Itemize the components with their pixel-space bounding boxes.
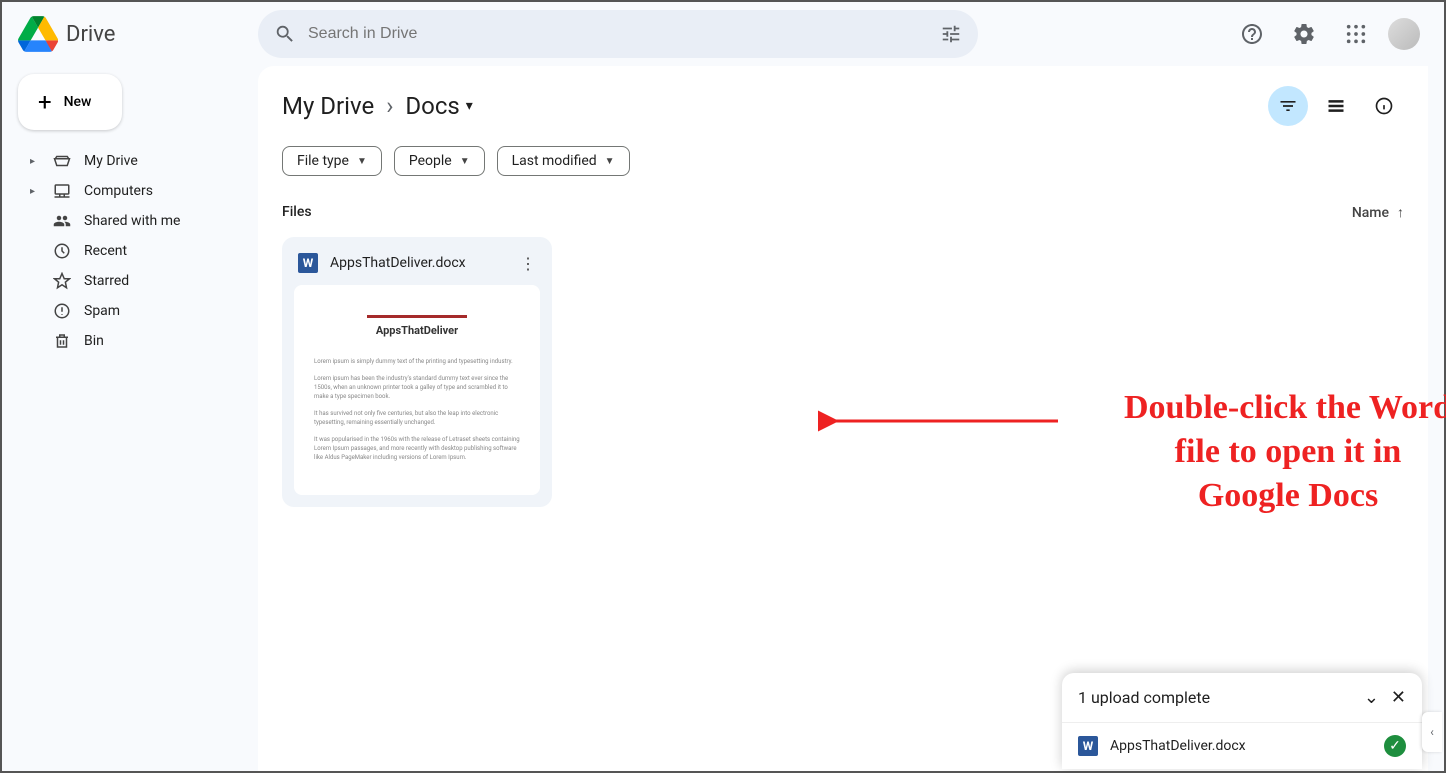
chip-people[interactable]: People▼ <box>394 146 485 176</box>
view-controls <box>1268 86 1404 126</box>
sidebar-label: Spam <box>84 303 120 319</box>
side-panel-toggle[interactable]: ‹ <box>1422 712 1442 752</box>
sidebar-label: My Drive <box>84 153 138 169</box>
sort-control[interactable]: Name ↑ <box>1352 204 1404 221</box>
spam-icon <box>52 302 72 320</box>
sidebar-item-shared[interactable]: ▸ Shared with me <box>18 206 242 236</box>
info-icon[interactable] <box>1364 86 1404 126</box>
filter-chips: File type▼ People▼ Last modified▼ <box>282 146 1404 176</box>
app-title: Drive <box>66 22 115 47</box>
apps-icon[interactable] <box>1336 14 1376 54</box>
app-header: Drive <box>2 2 1444 66</box>
caret-down-icon: ▼ <box>605 156 615 167</box>
sidebar-item-computers[interactable]: ▸ Computers <box>18 176 242 206</box>
toast-file-name: AppsThatDeliver.docx <box>1110 738 1372 754</box>
bin-icon <box>52 332 72 350</box>
search-bar[interactable] <box>258 10 978 58</box>
sidebar-label: Shared with me <box>84 213 180 229</box>
check-icon: ✓ <box>1384 735 1406 757</box>
toast-title: 1 upload complete <box>1078 688 1210 707</box>
chip-filetype[interactable]: File type▼ <box>282 146 382 176</box>
plus-icon: + <box>38 90 52 114</box>
filter-toggle-icon[interactable] <box>1268 86 1308 126</box>
file-card[interactable]: W AppsThatDeliver.docx ⋮ AppsThatDeliver… <box>282 237 552 507</box>
tune-icon[interactable] <box>940 23 962 45</box>
logo-area[interactable]: Drive <box>18 14 258 54</box>
help-icon[interactable] <box>1232 14 1272 54</box>
new-button[interactable]: + New <box>18 74 122 130</box>
sidebar-label: Bin <box>84 333 104 349</box>
sidebar-label: Computers <box>84 183 153 199</box>
sidebar-item-recent[interactable]: ▸ Recent <box>18 236 242 266</box>
chevron-down-icon[interactable]: ⌄ <box>1364 687 1379 708</box>
computers-icon <box>52 182 72 200</box>
upload-toast: 1 upload complete ⌄ ✕ W AppsThatDeliver.… <box>1062 673 1422 769</box>
word-file-icon: W <box>1078 736 1098 756</box>
new-button-label: New <box>64 94 92 110</box>
main-panel: My Drive › Docs ▾ File type▼ People▼ Las… <box>258 66 1428 771</box>
breadcrumb-current[interactable]: Docs ▾ <box>405 92 472 120</box>
file-thumbnail: AppsThatDeliver Lorem ipsum is simply du… <box>294 285 540 495</box>
breadcrumb-root[interactable]: My Drive <box>282 92 374 120</box>
word-file-icon: W <box>298 253 318 273</box>
sidebar: + New ▸ My Drive ▸ Computers ▸ Shared wi… <box>2 66 258 771</box>
search-input[interactable] <box>308 25 928 43</box>
toast-file-row[interactable]: W AppsThatDeliver.docx ✓ <box>1062 722 1422 769</box>
sidebar-label: Starred <box>84 273 129 289</box>
header-actions <box>1232 14 1428 54</box>
search-icon <box>274 23 296 45</box>
breadcrumb: My Drive › Docs ▾ <box>282 92 473 120</box>
sidebar-label: Recent <box>84 243 127 259</box>
arrow-up-icon: ↑ <box>1397 204 1404 221</box>
mydrive-icon <box>52 152 72 170</box>
caret-down-icon: ▾ <box>466 98 473 114</box>
chevron-right-icon: › <box>386 92 393 120</box>
sidebar-item-spam[interactable]: ▸ Spam <box>18 296 242 326</box>
expand-icon[interactable]: ▸ <box>30 156 40 167</box>
file-name: AppsThatDeliver.docx <box>330 255 508 271</box>
section-files-label: Files <box>282 204 312 221</box>
settings-icon[interactable] <box>1284 14 1324 54</box>
list-view-icon[interactable] <box>1316 86 1356 126</box>
chip-modified[interactable]: Last modified▼ <box>497 146 630 176</box>
close-icon[interactable]: ✕ <box>1391 687 1406 708</box>
star-icon <box>52 272 72 290</box>
caret-down-icon: ▼ <box>357 156 367 167</box>
recent-icon <box>52 242 72 260</box>
sidebar-item-starred[interactable]: ▸ Starred <box>18 266 242 296</box>
avatar[interactable] <box>1388 18 1420 50</box>
drive-logo-icon <box>18 14 58 54</box>
more-icon[interactable]: ⋮ <box>520 254 536 273</box>
sidebar-item-bin[interactable]: ▸ Bin <box>18 326 242 356</box>
sidebar-item-mydrive[interactable]: ▸ My Drive <box>18 146 242 176</box>
caret-down-icon: ▼ <box>460 156 470 167</box>
shared-icon <box>52 212 72 230</box>
expand-icon[interactable]: ▸ <box>30 186 40 197</box>
